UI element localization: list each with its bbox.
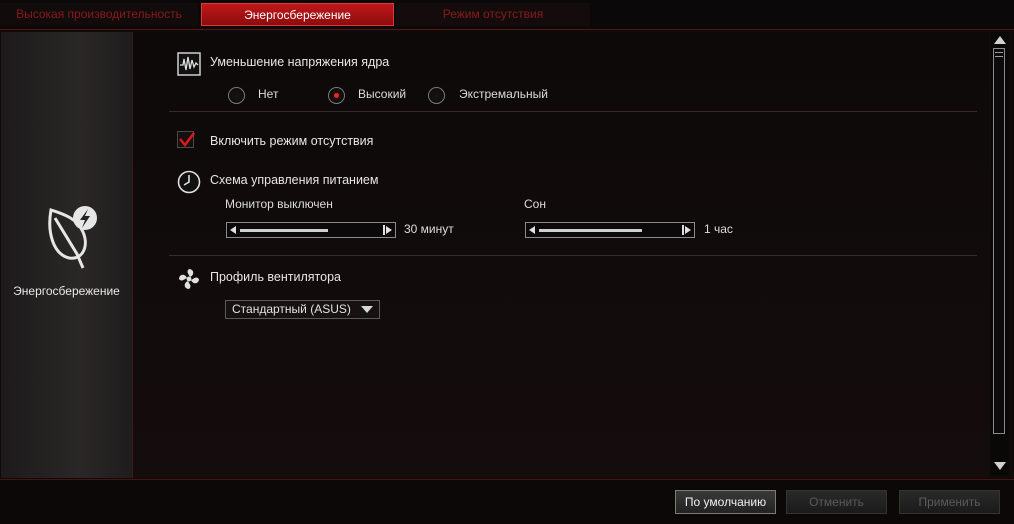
button-bar: По умолчанию Отменить Применить: [0, 479, 1014, 524]
divider: [169, 255, 977, 256]
fan-profile-value: Стандартный (ASUS): [232, 302, 351, 316]
waveform-icon: [177, 52, 201, 76]
apply-button[interactable]: Применить: [899, 490, 1000, 514]
monitor-off-label: Монитор выключен: [225, 197, 333, 211]
tab-power-saving[interactable]: Энергосбережение: [201, 3, 394, 26]
fan-profile-dropdown[interactable]: Стандартный (ASUS): [225, 300, 380, 319]
sleep-label: Сон: [524, 197, 546, 211]
mode-label: Энергосбережение: [13, 284, 120, 298]
monitor-off-value: 30 минут: [404, 222, 454, 236]
slider-right-arrow-icon[interactable]: [386, 226, 392, 234]
scroll-down-icon[interactable]: [994, 462, 1006, 470]
away-mode-label: Включить режим отсутствия: [210, 134, 374, 148]
tab-high-performance[interactable]: Высокая производительность: [0, 3, 198, 26]
core-voltage-title: Уменьшение напряжения ядра: [210, 55, 390, 69]
check-icon: [179, 132, 195, 148]
scroll-up-icon[interactable]: [994, 36, 1006, 44]
default-button[interactable]: По умолчанию: [675, 490, 776, 514]
leaf-bolt-icon: [48, 206, 97, 269]
tab-bar: Высокая производительность Энергосбереже…: [0, 0, 1014, 30]
radio-extreme[interactable]: [428, 87, 445, 104]
radio-none[interactable]: [228, 87, 245, 104]
settings-area: Уменьшение напряжения ядра Нет Высокий Э…: [133, 32, 989, 478]
fan-icon: [179, 269, 199, 289]
radio-high[interactable]: [328, 87, 345, 104]
fan-profile-title: Профиль вентилятора: [210, 270, 341, 284]
clock-icon: [177, 170, 201, 194]
sleep-value: 1 час: [704, 222, 733, 236]
slider-left-arrow-icon[interactable]: [230, 226, 236, 234]
scrollbar[interactable]: [991, 32, 1009, 476]
tab-away-mode[interactable]: Режим отсутствия: [396, 3, 590, 26]
sleep-slider[interactable]: [525, 222, 695, 238]
mode-panel: Энергосбережение: [1, 32, 133, 478]
radio-high-label: Высокий: [358, 87, 407, 101]
slider-left-arrow-icon[interactable]: [529, 226, 535, 234]
radio-none-label: Нет: [258, 87, 279, 101]
power-scheme-title: Схема управления питанием: [210, 173, 379, 187]
monitor-off-slider[interactable]: [226, 222, 396, 238]
slider-right-arrow-icon[interactable]: [685, 226, 691, 234]
divider: [169, 111, 977, 112]
radio-extreme-label: Экстремальный: [459, 87, 548, 101]
cancel-button[interactable]: Отменить: [786, 490, 887, 514]
chevron-down-icon: [361, 306, 373, 313]
scroll-thumb[interactable]: [993, 48, 1005, 434]
away-mode-checkbox[interactable]: [177, 131, 195, 148]
